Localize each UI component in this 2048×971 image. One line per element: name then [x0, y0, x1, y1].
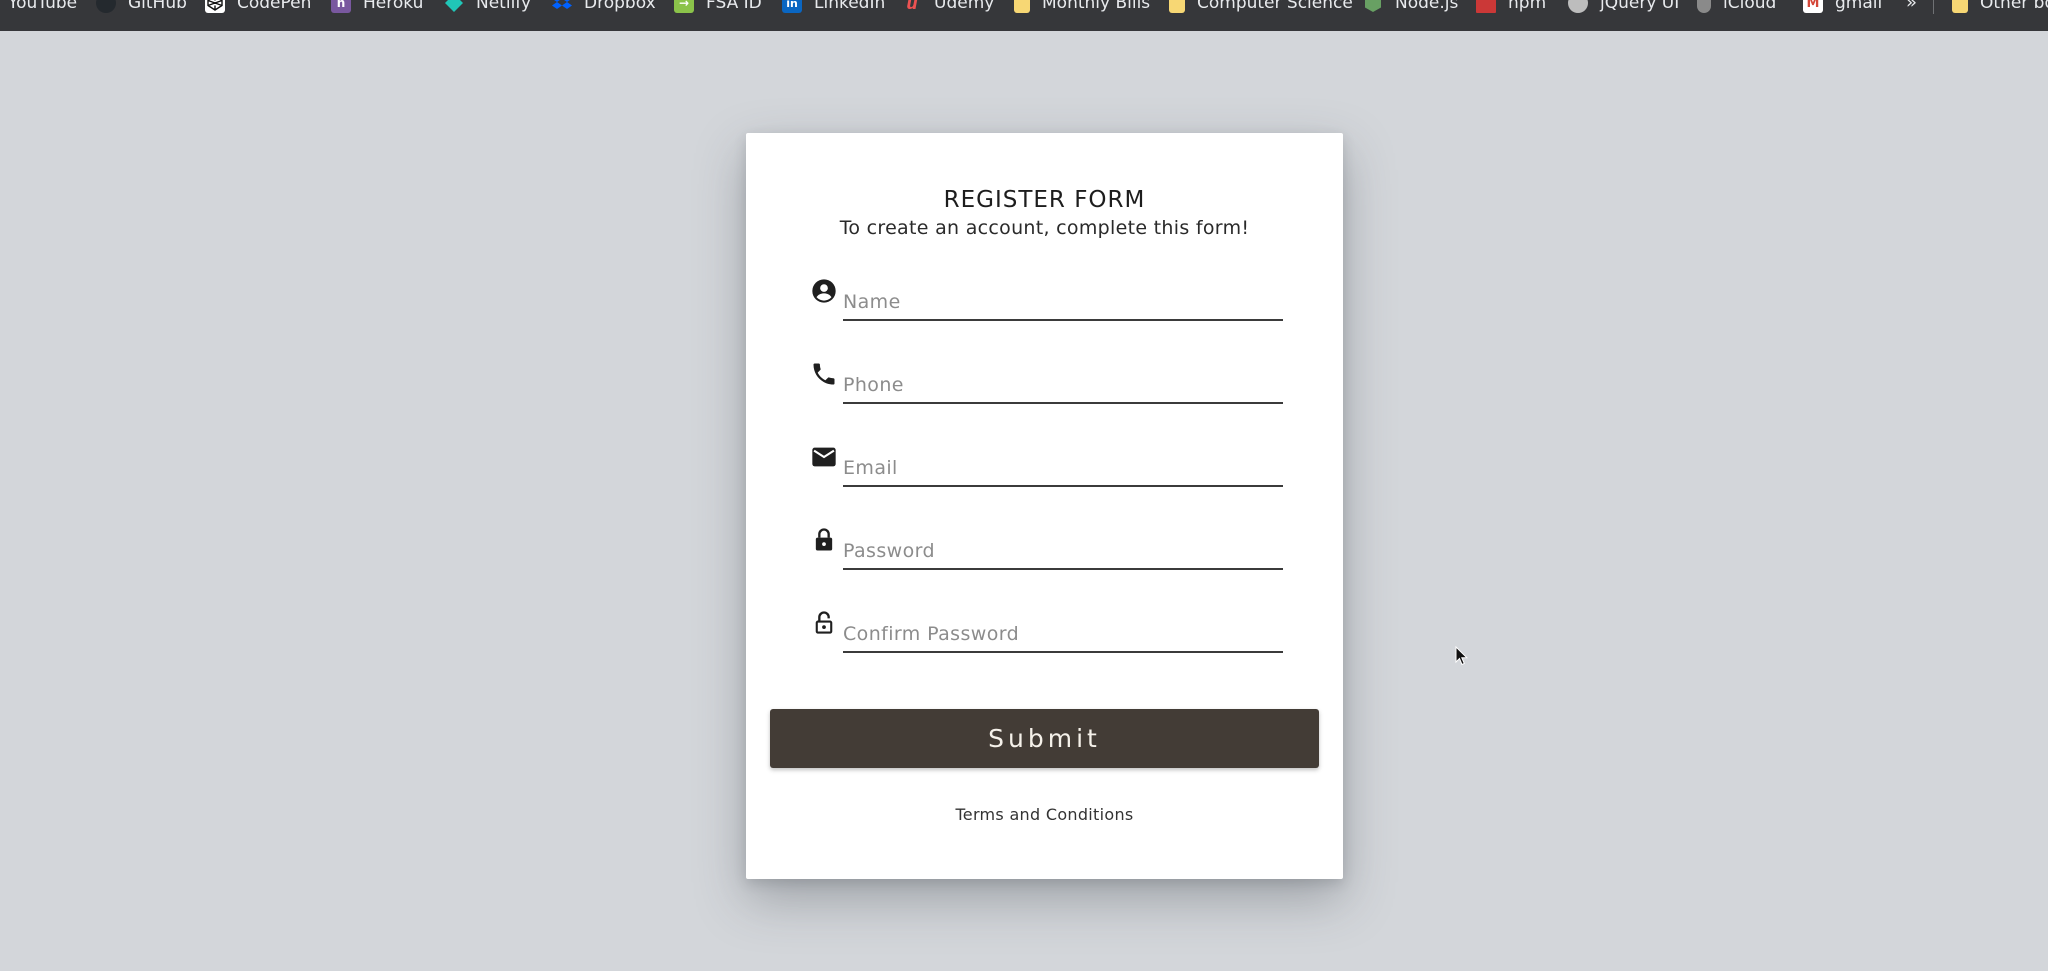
codepen-icon — [205, 0, 225, 13]
bookmark-label: Computer Science — [1197, 0, 1353, 13]
mouse-cursor-icon — [1455, 646, 1469, 666]
bookmark-heroku[interactable]: h Heroku — [331, 0, 423, 14]
form-title: REGISTER FORM — [943, 187, 1146, 213]
bookmark-label: GitHub — [128, 0, 187, 13]
bookmark-gmail[interactable]: M gmail — [1803, 0, 1882, 14]
confirm-password-field — [810, 609, 1292, 659]
bookmark-fsa-id[interactable]: → FSA ID — [674, 0, 762, 14]
bookmark-npm[interactable]: npm — [1476, 0, 1546, 14]
terms-link[interactable]: Terms and Conditions — [746, 805, 1343, 824]
bookmark-label: iCloud — [1723, 0, 1777, 13]
bookmark-nodejs[interactable]: Node.js — [1363, 0, 1458, 14]
bookmark-netlify[interactable]: Netlify — [444, 0, 531, 14]
name-field — [810, 277, 1292, 327]
gmail-icon: M — [1803, 0, 1823, 13]
register-card: REGISTER FORM To create an account, comp… — [746, 133, 1343, 879]
folder-icon — [1952, 0, 1968, 13]
bookmark-icloud[interactable]: iCloud — [1697, 0, 1776, 14]
password-input[interactable] — [843, 534, 1283, 570]
phone-field — [810, 360, 1292, 410]
bookmarks-overflow-button[interactable]: » — [1906, 0, 1917, 12]
email-input[interactable] — [843, 451, 1283, 487]
folder-icon — [1169, 0, 1185, 13]
account-circle-icon — [810, 277, 838, 305]
bookmark-udemy[interactable]: u Udemy — [902, 0, 994, 14]
dropbox-icon — [552, 0, 572, 13]
github-icon — [96, 0, 116, 13]
bookmark-dropbox[interactable]: Dropbox — [552, 0, 656, 14]
email-field — [810, 443, 1292, 493]
bookmark-label: Dropbox — [584, 0, 656, 13]
lock-open-icon — [810, 609, 838, 637]
bookmark-label: gmail — [1835, 0, 1883, 13]
fsa-icon: → — [674, 0, 694, 13]
bookmarks-bar: YouTube GitHub CodePen h Heroku Netlify … — [0, 0, 2048, 31]
bookmark-label: YouTube — [8, 0, 78, 13]
lock-icon — [810, 526, 838, 554]
submit-button[interactable]: Submit — [770, 709, 1319, 768]
bookmark-label: Other bookmarks — [1980, 0, 2048, 13]
bookmark-label: Udemy — [934, 0, 995, 13]
udemy-icon: u — [906, 0, 918, 13]
heroku-icon: h — [331, 0, 351, 13]
bookmark-label: Heroku — [363, 0, 424, 13]
bookmark-other[interactable]: Other bookmarks — [1952, 0, 2048, 14]
phone-icon — [810, 360, 838, 388]
bookmark-label: Node.js — [1395, 0, 1459, 13]
bookmark-jquery-ui[interactable]: jQuery UI — [1568, 0, 1679, 14]
bookmark-label: Netlify — [476, 0, 532, 13]
bookmark-computer-science[interactable]: Computer Science — [1169, 0, 1353, 14]
bookmark-monthly-bills[interactable]: Monthly Bills — [1014, 0, 1150, 14]
form-subtitle: To create an account, complete this form… — [839, 217, 1250, 239]
nodejs-icon — [1363, 0, 1383, 13]
bookmark-codepen[interactable]: CodePen — [205, 0, 311, 14]
bookmark-youtube[interactable]: YouTube — [8, 0, 77, 14]
bookmarks-separator — [1933, 0, 1934, 14]
npm-icon — [1476, 0, 1496, 13]
globe-icon — [1568, 0, 1588, 13]
phone-input[interactable] — [843, 368, 1283, 404]
bookmark-label: FSA ID — [706, 0, 762, 13]
linkedin-icon: in — [782, 0, 802, 13]
bookmark-label: Monthly Bills — [1042, 0, 1151, 13]
bookmark-linkedin[interactable]: in LinkedIn — [782, 0, 885, 14]
folder-icon — [1014, 0, 1030, 13]
mail-icon — [810, 443, 838, 471]
bookmark-label: jQuery UI — [1600, 0, 1680, 13]
apple-icon — [1697, 0, 1711, 13]
bookmark-github[interactable]: GitHub — [96, 0, 187, 14]
name-input[interactable] — [843, 285, 1283, 321]
netlify-icon — [444, 0, 464, 13]
bookmark-label: LinkedIn — [814, 0, 886, 13]
bookmark-label: npm — [1508, 0, 1547, 13]
bookmark-label: CodePen — [237, 0, 312, 13]
confirm-password-input[interactable] — [843, 617, 1283, 653]
password-field — [810, 526, 1292, 576]
